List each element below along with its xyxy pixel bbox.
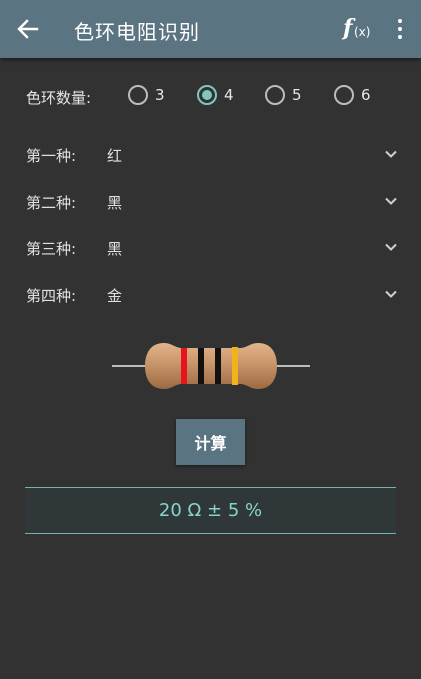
arrow-left-icon <box>17 19 39 39</box>
radio-label: 4 <box>224 86 234 104</box>
band-2-label: 第二种: <box>26 194 77 212</box>
band-1-label: 第一种: <box>26 147 77 165</box>
band-4-label: 第四种: <box>26 287 77 305</box>
chevron-down-icon <box>385 197 397 205</box>
radio-checked-icon <box>197 85 217 105</box>
band-4-dropdown[interactable]: 第四种: 金 <box>0 277 421 313</box>
radio-label: 3 <box>155 86 165 104</box>
resistor-band-4 <box>232 347 238 385</box>
resistor-band-3 <box>215 348 221 384</box>
result-panel: 20 Ω ± 5 % <box>25 487 396 534</box>
radio-label: 6 <box>361 86 371 104</box>
page-title: 色环电阻识别 <box>74 20 200 44</box>
resistance-result: 20 Ω ± 5 % <box>158 500 263 521</box>
band-2-dropdown[interactable]: 第二种: 黑 <box>0 184 421 220</box>
band-2-value: 黑 <box>107 194 123 212</box>
band-3-dropdown[interactable]: 第三种: 黑 <box>0 230 421 266</box>
formula-button[interactable]: f (x) <box>338 12 372 46</box>
band-1-dropdown[interactable]: 第一种: 红 <box>0 137 421 173</box>
chevron-down-icon <box>385 243 397 251</box>
chevron-down-icon <box>385 150 397 158</box>
band-1-value: 红 <box>107 147 123 165</box>
radio-circle-icon <box>128 85 148 105</box>
radio-label: 5 <box>292 86 302 104</box>
app-bar: 色环电阻识别 f (x) <box>0 0 421 58</box>
radio-circle-icon <box>265 85 285 105</box>
back-button[interactable] <box>8 9 48 49</box>
chevron-down-icon <box>385 290 397 298</box>
formula-icon-x: (x) <box>354 25 371 39</box>
more-vertical-icon <box>398 19 402 23</box>
band-4-value: 金 <box>107 287 123 305</box>
band-3-label: 第三种: <box>26 240 77 258</box>
band-count-label: 色环数量: <box>26 89 92 107</box>
more-vertical-icon-dot <box>398 35 402 39</box>
band-3-value: 黑 <box>107 240 123 258</box>
resistor-band-2 <box>198 348 204 384</box>
resistor-body <box>145 343 277 389</box>
more-vertical-icon-dot <box>398 27 402 31</box>
more-options-button[interactable] <box>386 12 414 46</box>
calculate-button[interactable]: 计算 <box>176 419 245 465</box>
resistor-band-1 <box>181 348 187 384</box>
formula-icon-f: f <box>343 15 353 41</box>
radio-circle-icon <box>334 85 354 105</box>
resistor-illustration <box>112 343 310 389</box>
